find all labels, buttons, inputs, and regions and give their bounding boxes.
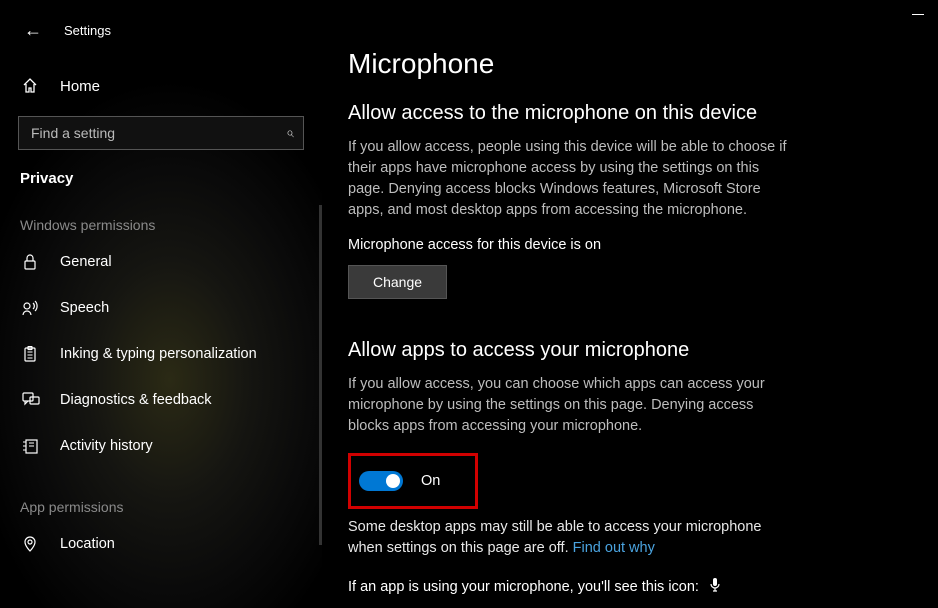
content: Microphone Allow access to the microphon… xyxy=(348,0,908,608)
microphone-icon xyxy=(709,579,721,595)
section-windows-permissions: Windows permissions xyxy=(20,217,322,233)
mic-indicator-text: If an app is using your microphone, you'… xyxy=(348,579,699,595)
nav-home-label: Home xyxy=(60,78,100,95)
sidebar-item-label: General xyxy=(60,254,112,270)
sidebar: ← Settings Home ⌕ Privacy Windows permis… xyxy=(0,0,322,608)
toggle-state-label: On xyxy=(421,473,440,489)
section-app-permissions: App permissions xyxy=(20,499,322,515)
section2-body: If you allow access, you can choose whic… xyxy=(348,374,788,437)
sidebar-item-label: Speech xyxy=(60,300,109,316)
history-icon xyxy=(22,438,40,454)
note-text: Some desktop apps may still be able to a… xyxy=(348,519,761,556)
sidebar-item-location[interactable]: Location xyxy=(0,521,322,567)
sidebar-item-inking[interactable]: Inking & typing personalization xyxy=(0,331,322,377)
find-out-why-link[interactable]: Find out why xyxy=(573,540,655,556)
sidebar-item-label: Inking & typing personalization xyxy=(60,346,257,362)
section2-heading: Allow apps to access your microphone xyxy=(348,339,908,362)
location-icon xyxy=(22,536,40,552)
home-icon xyxy=(22,78,40,94)
minimize-button[interactable] xyxy=(912,14,924,15)
search-icon: ⌕ xyxy=(286,124,294,141)
window-title: Settings xyxy=(64,23,111,38)
sidebar-item-general[interactable]: General xyxy=(0,239,322,285)
change-button[interactable]: Change xyxy=(348,265,447,299)
sidebar-item-diagnostics[interactable]: Diagnostics & feedback xyxy=(0,377,322,423)
scrollbar[interactable] xyxy=(319,205,322,545)
sidebar-item-label: Diagnostics & feedback xyxy=(60,392,212,408)
desktop-apps-note: Some desktop apps may still be able to a… xyxy=(348,517,788,559)
toggle-knob xyxy=(386,474,400,488)
section1-body: If you allow access, people using this d… xyxy=(348,137,788,221)
clipboard-icon xyxy=(22,346,40,362)
sidebar-item-label: Location xyxy=(60,536,115,552)
sidebar-item-speech[interactable]: Speech xyxy=(0,285,322,331)
apps-access-toggle[interactable] xyxy=(359,471,403,491)
section1-heading: Allow access to the microphone on this d… xyxy=(348,102,908,125)
search-input[interactable] xyxy=(18,116,304,150)
sidebar-item-activity-history[interactable]: Activity history xyxy=(0,423,322,469)
page-title: Microphone xyxy=(348,48,908,80)
lock-icon xyxy=(22,254,40,270)
back-icon[interactable]: ← xyxy=(24,20,42,41)
device-access-status: Microphone access for this device is on xyxy=(348,237,908,253)
category-label: Privacy xyxy=(20,170,322,187)
nav-home[interactable]: Home xyxy=(0,66,322,106)
sidebar-item-label: Activity history xyxy=(60,438,153,454)
feedback-icon xyxy=(22,392,40,408)
speech-icon xyxy=(22,300,40,316)
highlighted-toggle-region: On xyxy=(348,453,478,509)
mic-indicator-line: If an app is using your microphone, you'… xyxy=(348,577,908,595)
